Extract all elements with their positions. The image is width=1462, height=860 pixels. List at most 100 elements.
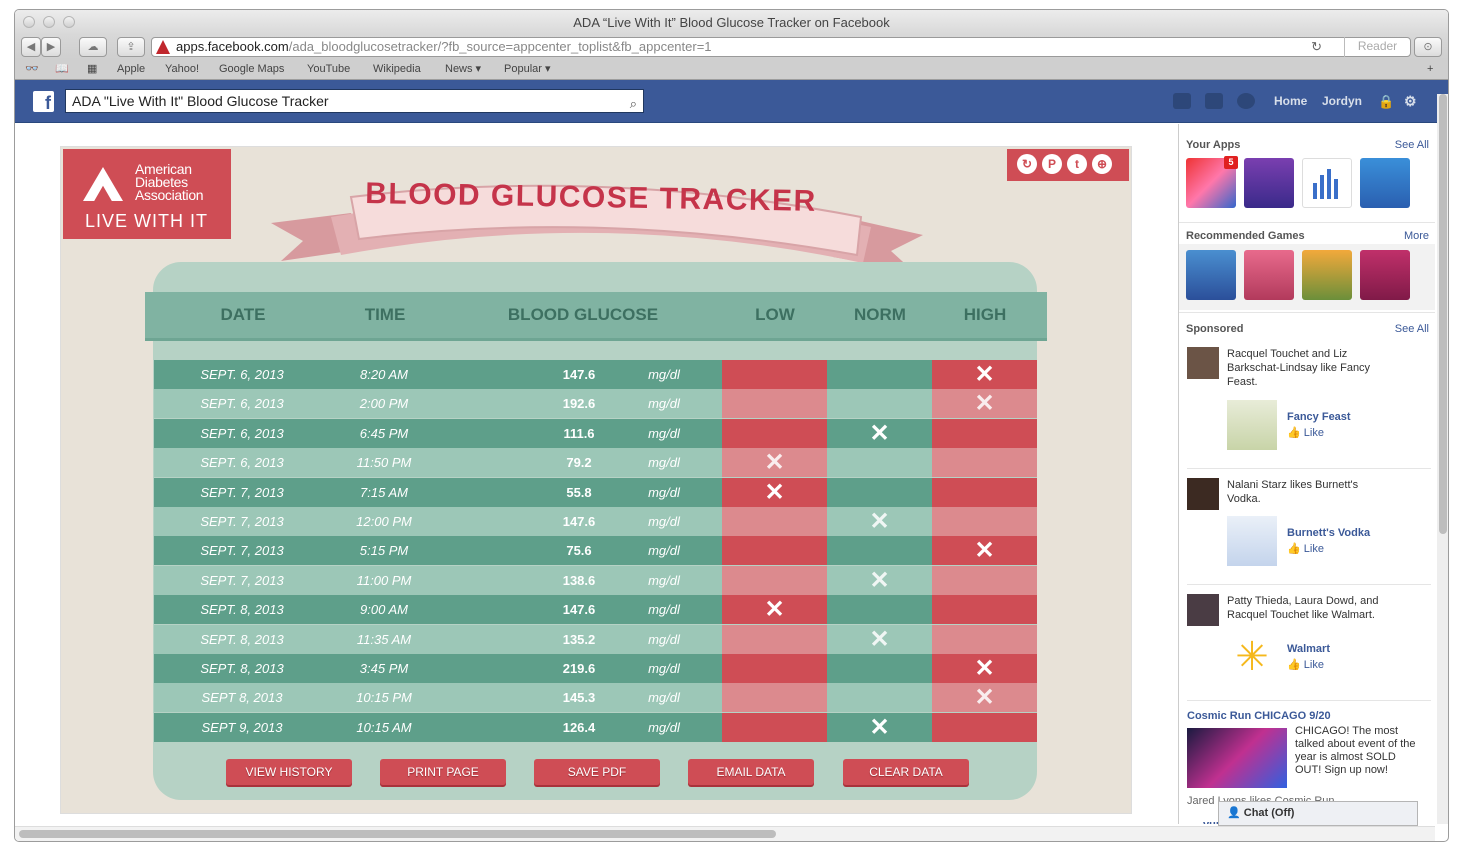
ad-1-name[interactable]: Fancy Feast	[1287, 410, 1351, 424]
reading-time: 7:15 AM	[360, 484, 408, 500]
reading-time: 5:15 PM	[359, 543, 409, 559]
level-mark-icon: ✕	[764, 449, 785, 477]
ada-logo[interactable]: American Diabetes Association LIVE WITH …	[63, 149, 231, 239]
friend-requests-icon[interactable]	[1173, 93, 1191, 109]
chat-status-icon: 👤	[1227, 807, 1244, 819]
twitter-icon[interactable]: t	[1067, 154, 1087, 174]
nav-home-link[interactable]: Home	[1274, 80, 1307, 123]
bookmark-popular[interactable]: Popular ▾	[504, 59, 551, 80]
bookmark-yahoo[interactable]: Yahoo!	[165, 59, 199, 80]
reload-icon[interactable]: ↻	[1311, 38, 1322, 56]
print-page-button[interactable]: PRINT PAGE	[380, 759, 506, 785]
recommended-more-link[interactable]: More	[1404, 230, 1429, 242]
ad-2-name[interactable]: Burnett's Vodka	[1287, 526, 1370, 540]
downloads-button[interactable]: ⊙	[1414, 37, 1442, 57]
globe-icon[interactable]: ⊕	[1092, 154, 1112, 174]
pinterest-icon[interactable]: P	[1042, 154, 1062, 174]
reading-time: 11:50 PM	[356, 455, 412, 471]
sponsored-see-all-link[interactable]: See All	[1395, 323, 1429, 335]
chat-bar[interactable]: 👤 Chat (Off)	[1218, 801, 1418, 826]
stats-app-icon[interactable]	[1302, 158, 1352, 208]
notifications-globe-icon[interactable]	[1237, 93, 1255, 109]
fancy-feast-ad-image[interactable]	[1227, 400, 1277, 450]
close-window-button[interactable]	[23, 16, 35, 28]
minimize-window-button[interactable]	[43, 16, 55, 28]
facebook-logo-icon[interactable]: f	[33, 91, 54, 112]
table-row: SEPT. 7, 2013 5:15 PM 75.6 mg/dl ✕	[154, 536, 1037, 566]
burnetts-vodka-ad-image[interactable]	[1227, 516, 1277, 566]
horizontal-scrollbar[interactable]	[15, 826, 1435, 841]
event-ad-title[interactable]: Cosmic Run CHICAGO 9/20	[1187, 709, 1331, 723]
bookmark-apple[interactable]: Apple	[117, 59, 145, 80]
your-apps-see-all-link[interactable]: See All	[1395, 139, 1429, 151]
horizontal-scroll-thumb[interactable]	[19, 830, 776, 838]
title-bar: ADA “Live With It” Blood Glucose Tracker…	[15, 10, 1448, 35]
game-tile-fashland[interactable]	[1244, 250, 1294, 300]
bookmark-wikipedia[interactable]: Wikipedia	[373, 59, 421, 80]
privacy-shortcuts-icon[interactable]: 🔒	[1378, 80, 1394, 123]
view-history-button[interactable]: VIEW HISTORY	[226, 759, 352, 785]
ad-3-like-link[interactable]: 👍 Like	[1287, 658, 1324, 672]
share-icon[interactable]: ↻	[1017, 154, 1037, 174]
game-tile-1[interactable]	[1186, 250, 1236, 300]
ad-2-like-label: Like	[1303, 543, 1324, 555]
forward-button[interactable]: ▶	[41, 37, 61, 57]
app-canvas: American Diabetes Association LIVE WITH …	[60, 146, 1132, 814]
reading-unit: mg/dl	[648, 425, 680, 441]
back-button[interactable]: ◀	[21, 37, 41, 57]
clear-data-button[interactable]: CLEAR DATA	[843, 759, 969, 785]
reading-value: 111.6	[563, 425, 595, 441]
reading-date: SEPT. 8, 2013	[200, 661, 284, 676]
vertical-scroll-thumb[interactable]	[1439, 94, 1447, 534]
save-pdf-button[interactable]: SAVE PDF	[534, 759, 660, 785]
address-bar[interactable]: apps.facebook.com/ada_bloodglucosetracke…	[151, 37, 1411, 57]
reading-value: 147.6	[562, 514, 596, 529]
zoom-window-button[interactable]	[63, 16, 75, 28]
reading-unit: mg/dl	[648, 690, 680, 706]
messages-icon[interactable]	[1205, 93, 1223, 109]
search-icon[interactable]: ⌕	[630, 93, 637, 115]
ad-1-like-link[interactable]: 👍 Like	[1287, 426, 1324, 440]
family-feud-app-icon[interactable]	[1244, 158, 1294, 208]
page-content: American Diabetes Association LIVE WITH …	[15, 124, 1435, 824]
reader-button[interactable]: Reader	[1344, 37, 1410, 57]
ad-2-like-link[interactable]: 👍 Like	[1287, 542, 1324, 556]
top-sites-grid-icon[interactable]: ▦	[87, 59, 97, 80]
reading-list-icon[interactable]: 👓	[25, 59, 39, 80]
new-tab-plus-icon[interactable]: +	[1427, 59, 1433, 80]
bookmark-news[interactable]: News ▾	[445, 59, 481, 80]
share-button[interactable]: ⇪	[117, 37, 145, 57]
vertical-scrollbar[interactable]	[1437, 94, 1448, 824]
ad-3-avatar[interactable]	[1187, 594, 1219, 626]
table-row: SEPT. 7, 2013 11:00 PM 138.6 mg/dl ✕	[154, 565, 1037, 595]
forward-arrow-icon: ▶	[46, 41, 56, 53]
level-cell-low	[722, 712, 827, 742]
bookmarks-book-icon[interactable]: 📖	[55, 59, 69, 80]
ad-3-name[interactable]: Walmart	[1287, 642, 1330, 656]
nav-profile-link[interactable]: Jordyn	[1322, 80, 1362, 123]
walmart-spark-icon[interactable]: ✳	[1227, 632, 1277, 682]
reading-value: 75.6	[566, 543, 592, 559]
bookmark-youtube[interactable]: YouTube	[307, 59, 350, 80]
reading-unit: mg/dl	[648, 484, 680, 500]
ad-1-avatar[interactable]	[1187, 347, 1219, 379]
sims-social-app-icon[interactable]	[1360, 158, 1410, 208]
icloud-tabs-button[interactable]: ☁	[79, 37, 107, 57]
reading-value: 145.3	[562, 690, 596, 706]
recommended-games-heading: Recommended Games	[1186, 230, 1305, 242]
column-header-date: DATE	[220, 305, 266, 324]
cosmic-run-ad-image[interactable]	[1187, 728, 1287, 788]
column-header-norm: NORM	[854, 305, 906, 324]
sponsored-heading: Sponsored	[1186, 323, 1244, 335]
game-tile-itgirl[interactable]	[1360, 250, 1410, 300]
reading-time: 9:00 AM	[360, 602, 408, 618]
email-data-button[interactable]: EMAIL DATA	[688, 759, 814, 785]
table-row: SEPT 9, 2013 10:15 AM 126.4 mg/dl ✕	[154, 712, 1037, 742]
settings-gear-icon[interactable]: ⚙	[1404, 80, 1417, 123]
bookmark-google-maps[interactable]: Google Maps	[219, 59, 284, 80]
game-tile-plants-vs-zombies[interactable]	[1302, 250, 1352, 300]
ad-2-avatar[interactable]	[1187, 478, 1219, 510]
table-row: SEPT. 7, 2013 7:15 AM 55.8 mg/dl ✕	[154, 477, 1037, 507]
facebook-search-input[interactable]: ADA "Live With It" Blood Glucose Tracker…	[65, 89, 644, 113]
cloud-icon: ☁	[87, 41, 99, 53]
